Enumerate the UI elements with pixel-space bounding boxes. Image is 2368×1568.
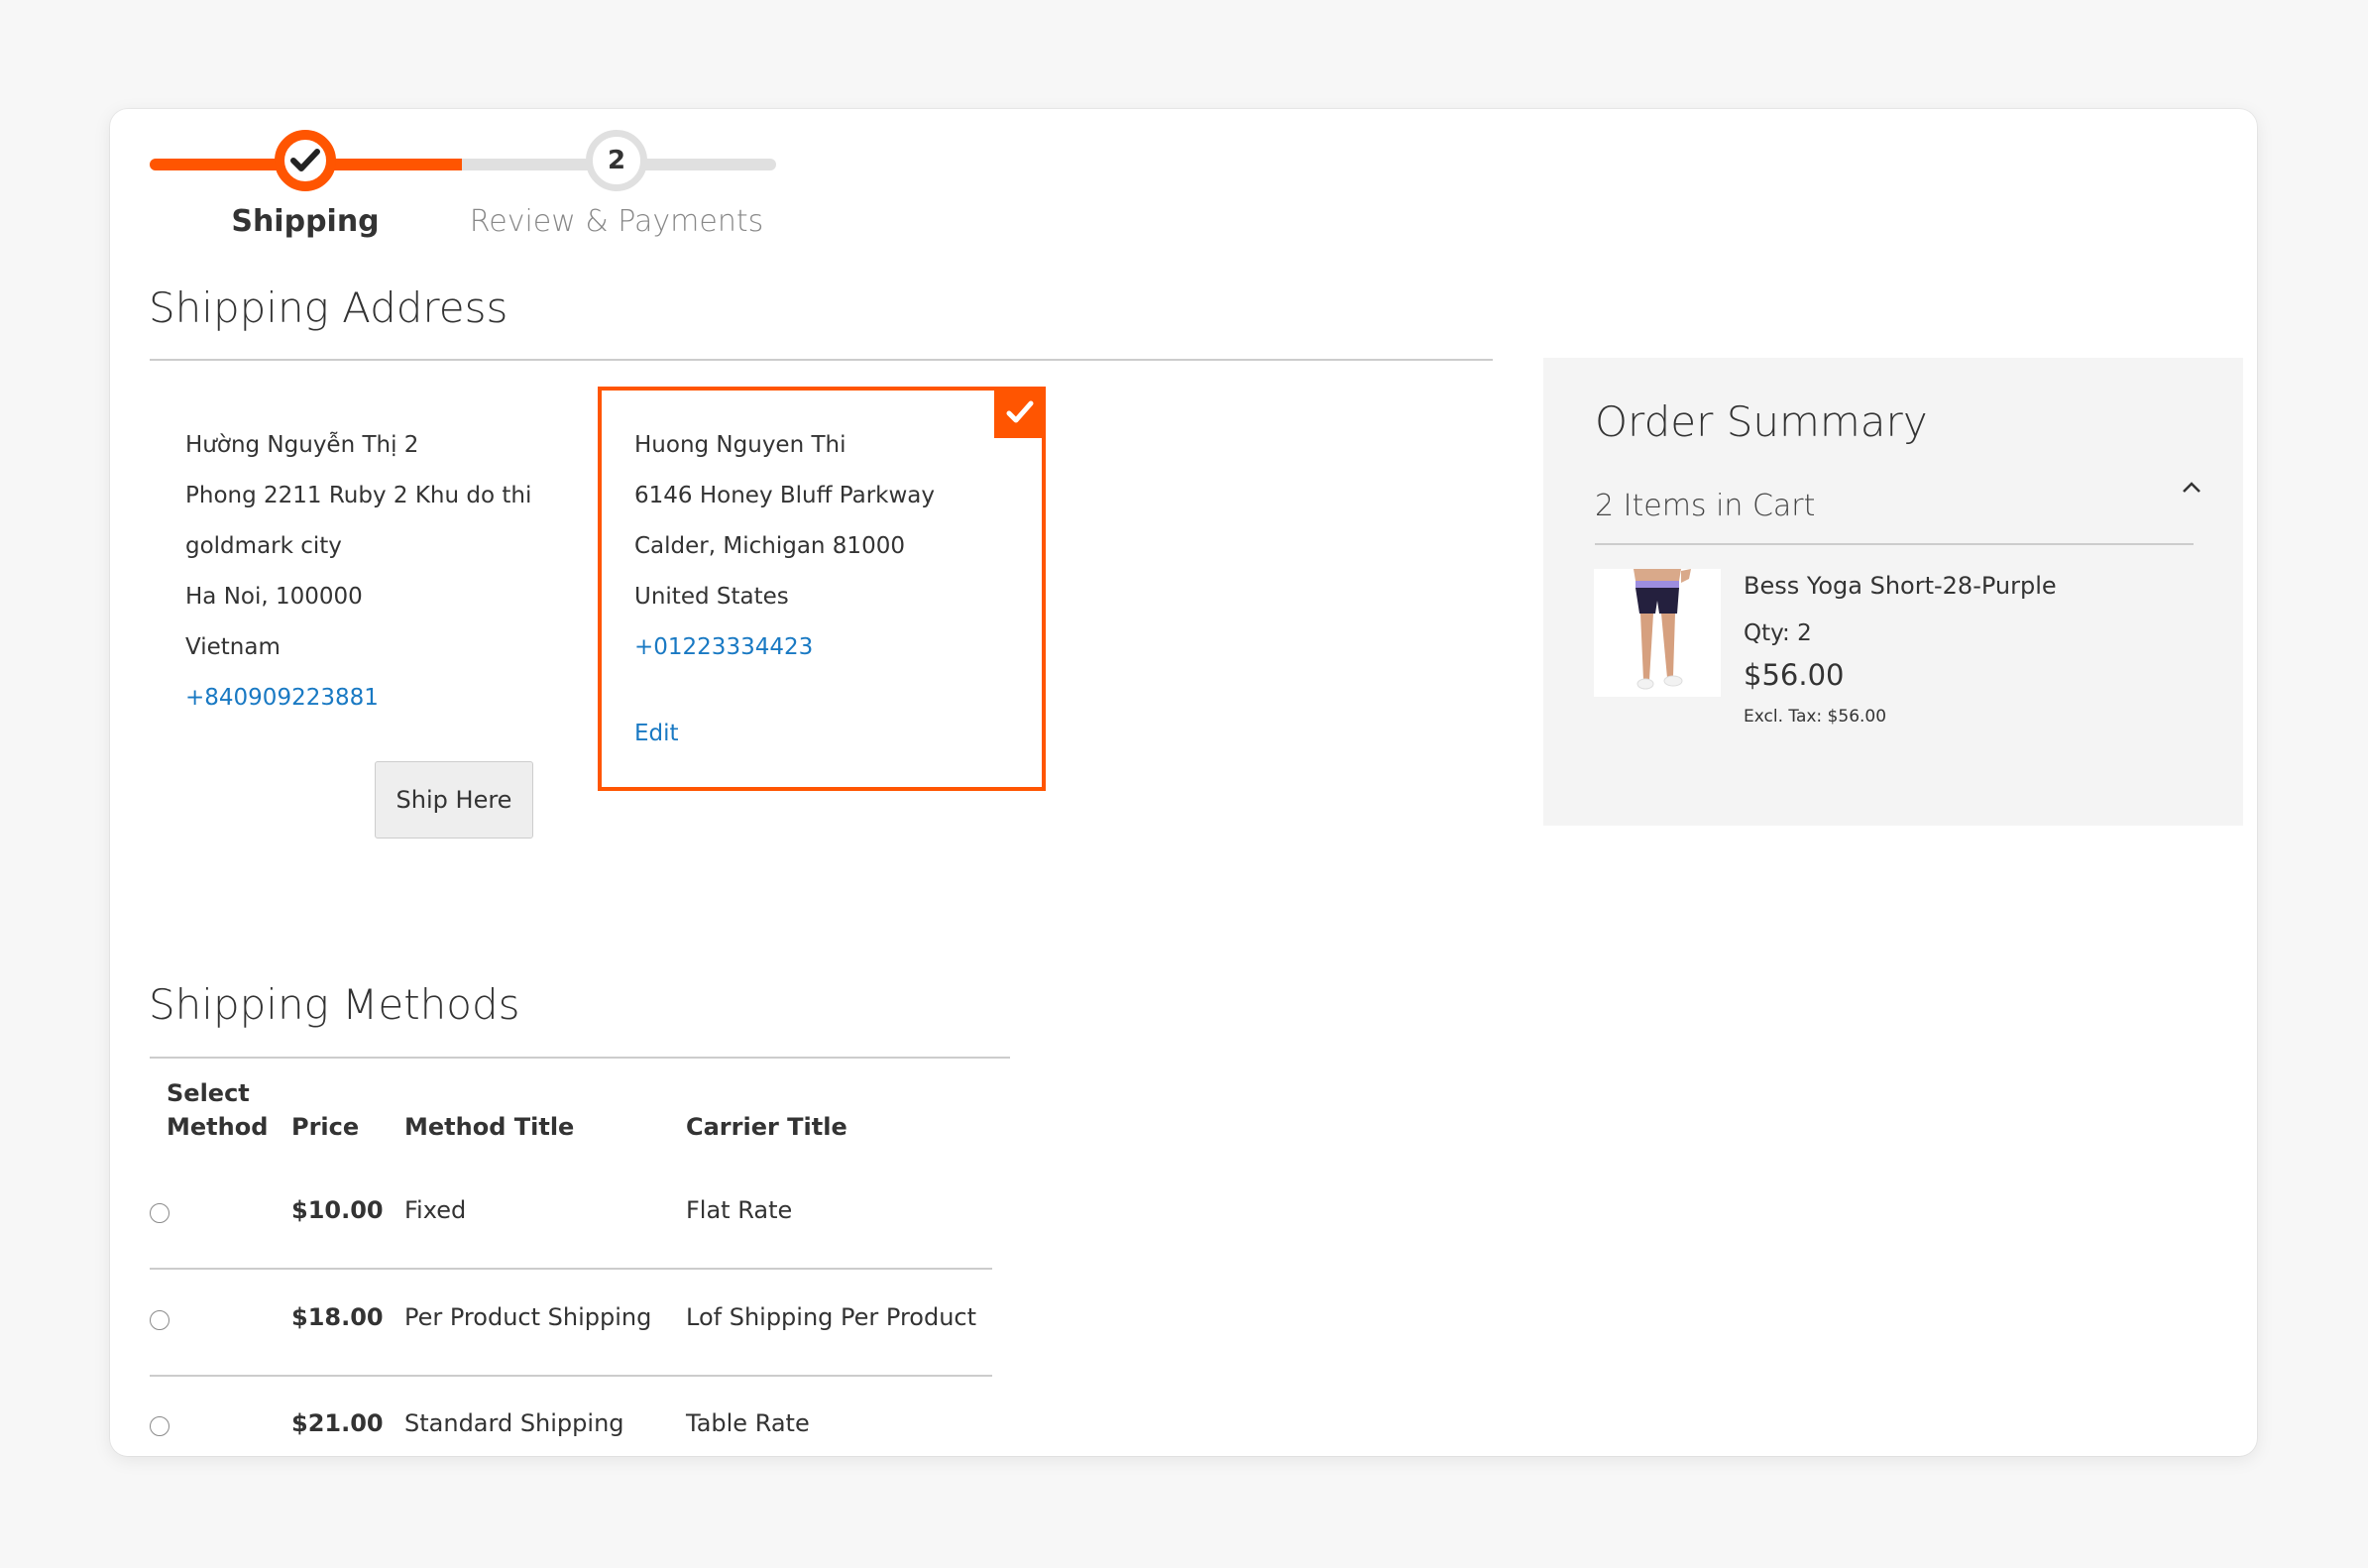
shipping-methods-title: Shipping Methods (149, 980, 520, 1029)
ship-here-button[interactable]: Ship Here (375, 761, 533, 839)
step-review-indicator[interactable]: 2 (586, 130, 647, 191)
items-in-cart-label: 2 Items in Cart (1595, 489, 1816, 523)
column-header-price: Price (291, 1113, 360, 1141)
checkout-card: 2 Shipping Review & Payments Shipping Ad… (110, 109, 2257, 1456)
shipping-address-divider (150, 359, 1493, 361)
carrier-title: Table Rate (686, 1409, 810, 1437)
column-header-select: Select Method (167, 1076, 268, 1144)
method-price: $18.00 (291, 1303, 384, 1331)
row-divider (150, 1375, 992, 1377)
step-review-label[interactable]: Review & Payments (470, 204, 763, 239)
method-title: Per Product Shipping (404, 1303, 652, 1331)
product-excl-tax: Excl. Tax: $56.00 (1744, 707, 1887, 727)
address-line: Calder, Michigan 81000 (634, 533, 905, 559)
shipping-methods-divider (150, 1057, 1010, 1059)
order-summary: Order Summary 2 Items in Cart Bess Yoga … (1543, 358, 2243, 826)
product-price: $56.00 (1744, 658, 1845, 692)
address-line: Vietnam (185, 634, 281, 660)
checkmark-icon (290, 149, 320, 171)
step-number: 2 (607, 146, 626, 175)
row-divider (150, 1268, 992, 1270)
address-card-selected[interactable]: Huong Nguyen Thi 6146 Honey Bluff Parkwa… (598, 387, 1046, 791)
method-radio[interactable] (150, 1203, 169, 1223)
carrier-title: Lof Shipping Per Product (686, 1303, 977, 1331)
address-line: United States (634, 584, 789, 610)
carrier-title: Flat Rate (686, 1196, 793, 1224)
address-line: Phong 2211 Ruby 2 Khu do thi (185, 483, 532, 508)
method-title: Standard Shipping (404, 1409, 624, 1437)
method-price: $10.00 (291, 1196, 384, 1224)
column-header-method-title: Method Title (404, 1113, 575, 1141)
address-phone-link[interactable]: +01223334423 (634, 634, 813, 660)
address-line: Huong Nguyen Thi (634, 432, 846, 458)
column-header-select-line1: Select (167, 1079, 250, 1107)
step-shipping-label[interactable]: Shipping (231, 204, 379, 239)
chevron-up-icon[interactable] (2181, 481, 2202, 495)
order-summary-divider (1595, 543, 2194, 545)
address-line: goldmark city (185, 533, 342, 559)
shipping-address-title: Shipping Address (149, 283, 508, 332)
method-price: $21.00 (291, 1409, 384, 1437)
product-thumbnail[interactable] (1594, 569, 1721, 697)
step-shipping-indicator[interactable] (275, 130, 336, 191)
method-radio[interactable] (150, 1310, 169, 1330)
method-radio[interactable] (150, 1416, 169, 1436)
address-phone-link[interactable]: +840909223881 (185, 685, 379, 711)
product-qty: Qty: 2 (1744, 620, 1812, 646)
product-name: Bess Yoga Short-28-Purple (1744, 572, 2057, 600)
product-image-shorts (1594, 569, 1721, 697)
method-title: Fixed (404, 1196, 467, 1224)
address-line: Ha Noi, 100000 (185, 584, 363, 610)
items-in-cart-toggle[interactable]: 2 Items in Cart (1595, 489, 1815, 523)
address-line: Hường Nguyễn Thị 2 (185, 432, 419, 458)
order-summary-title: Order Summary (1595, 397, 1928, 446)
column-header-carrier-title: Carrier Title (686, 1113, 847, 1141)
address-line: 6146 Honey Bluff Parkway (634, 483, 935, 508)
column-header-select-line2: Method (167, 1113, 269, 1141)
checkmark-icon (1006, 400, 1034, 423)
edit-address-link[interactable]: Edit (634, 721, 679, 746)
selected-badge (994, 387, 1046, 438)
